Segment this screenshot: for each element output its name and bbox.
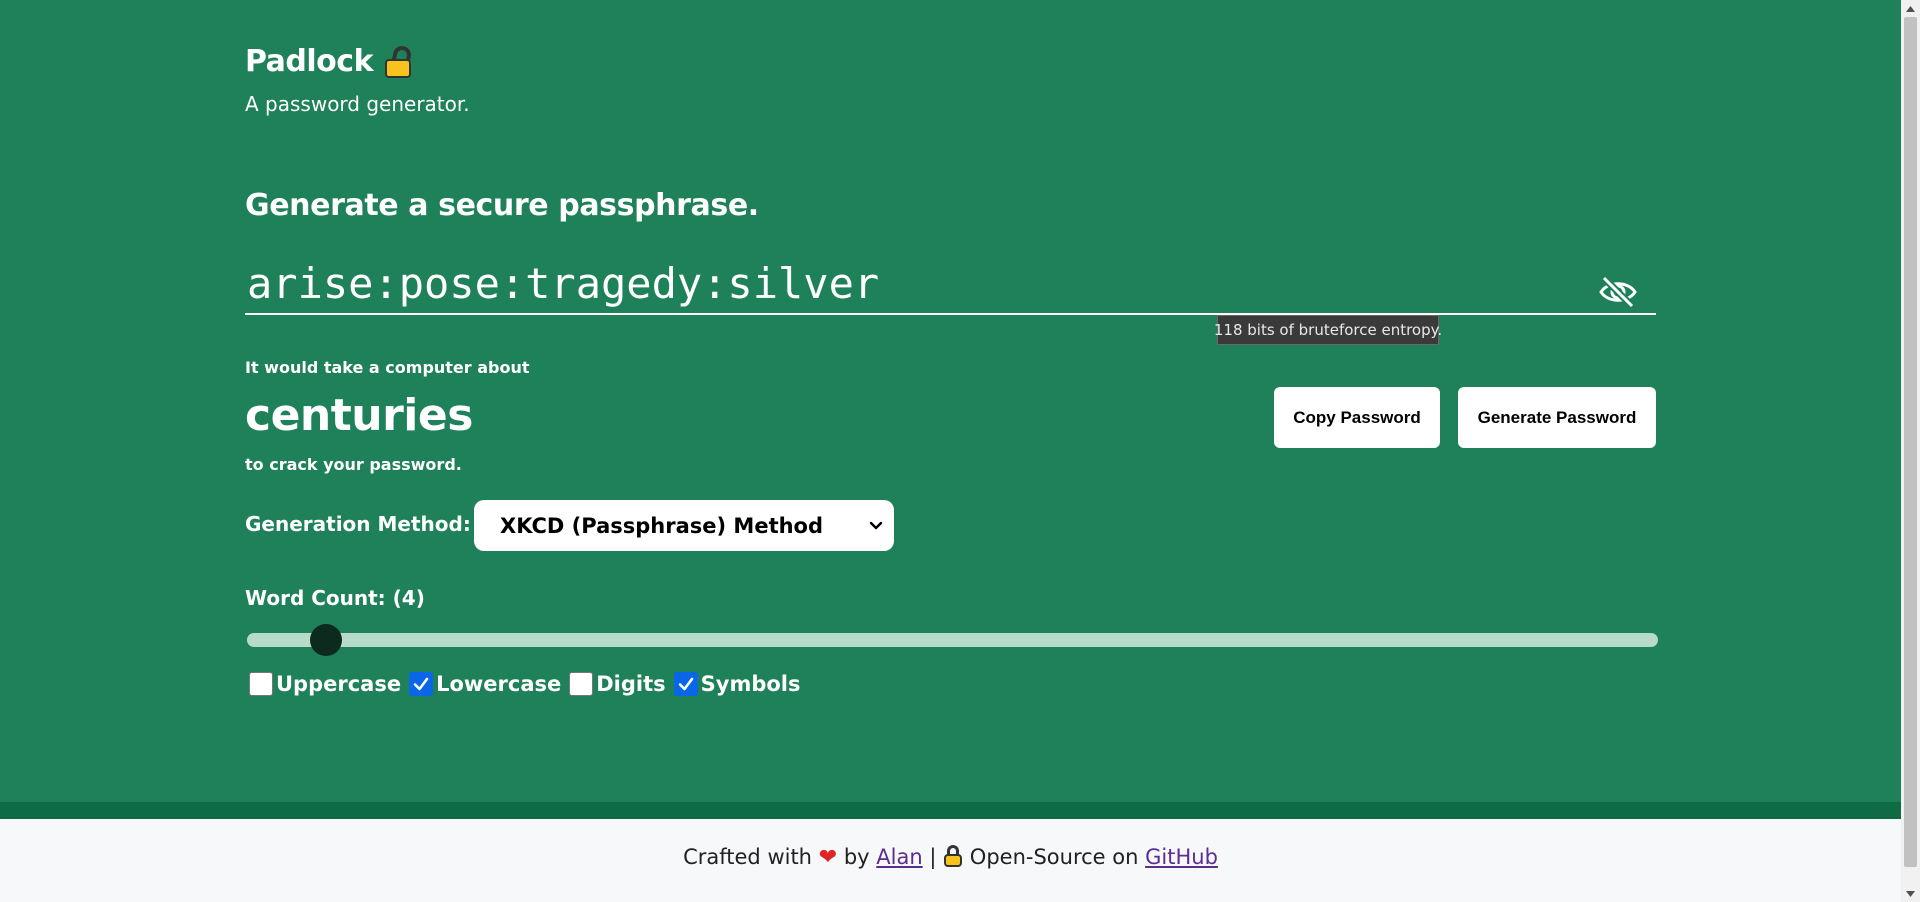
option-digits[interactable]: Digits xyxy=(569,672,666,696)
heart-icon: ❤ xyxy=(818,845,838,870)
generation-method-label: Generation Method: xyxy=(245,512,471,536)
open-source-text: Open-Source on xyxy=(969,845,1139,869)
main-section: Padlock A password generator. Generate a… xyxy=(0,0,1901,802)
section-heading: Generate a secure passphrase. xyxy=(245,188,759,223)
scroll-up-arrow-icon[interactable] xyxy=(1901,0,1920,17)
crack-time-suffix: to crack your password. xyxy=(245,455,462,474)
separator-text: | xyxy=(929,845,937,869)
app-title-text: Padlock xyxy=(245,44,374,79)
lowercase-checkbox[interactable] xyxy=(409,672,434,696)
word-count-slider-thumb[interactable] xyxy=(310,624,343,656)
open-padlock-icon xyxy=(383,43,413,78)
lowercase-label: Lowercase xyxy=(436,672,562,696)
app-title: Padlock xyxy=(245,43,413,79)
password-output[interactable]: arise:pose:tragedy:silver xyxy=(247,259,879,308)
password-field[interactable]: arise:pose:tragedy:silver xyxy=(245,255,1656,315)
crack-time-prefix: It would take a computer about xyxy=(245,358,530,377)
app-subtitle: A password generator. xyxy=(245,92,470,116)
by-text: by xyxy=(843,845,870,869)
footer-divider xyxy=(0,802,1901,819)
option-lowercase[interactable]: Lowercase xyxy=(409,672,561,696)
word-count-label: Word Count: (4) xyxy=(245,586,425,610)
word-count-slider[interactable] xyxy=(247,633,1658,647)
crafted-with-text: Crafted with xyxy=(683,845,812,869)
uppercase-checkbox[interactable] xyxy=(249,672,273,696)
footer-text: Crafted with ❤ by Alan | Open-Source on … xyxy=(0,845,1901,870)
scrollbar-thumb[interactable] xyxy=(1904,17,1917,867)
github-link[interactable]: GitHub xyxy=(1145,845,1218,869)
scroll-down-arrow-icon[interactable] xyxy=(1901,885,1920,902)
chevron-down-icon xyxy=(866,515,886,535)
generation-method-value: XKCD (Passphrase) Method xyxy=(500,513,824,538)
digits-checkbox[interactable] xyxy=(569,672,594,696)
generation-method-select[interactable]: XKCD (Passphrase) Method xyxy=(474,500,894,551)
eye-slash-icon[interactable] xyxy=(1598,275,1638,309)
vertical-scrollbar[interactable] xyxy=(1901,0,1920,902)
entropy-tooltip: 118 bits of bruteforce entropy. xyxy=(1214,315,1442,345)
option-uppercase[interactable]: Uppercase xyxy=(249,672,401,696)
symbols-checkbox[interactable] xyxy=(673,672,698,696)
generate-password-button[interactable]: Generate Password xyxy=(1458,387,1656,448)
padlock-icon xyxy=(943,845,963,867)
author-link[interactable]: Alan xyxy=(876,845,922,869)
symbols-label: Symbols xyxy=(700,672,801,696)
digits-label: Digits xyxy=(596,672,666,696)
page: Padlock A password generator. Generate a… xyxy=(0,0,1901,902)
copy-password-button[interactable]: Copy Password xyxy=(1274,387,1440,448)
uppercase-label: Uppercase xyxy=(276,672,402,696)
crack-time-value: centuries xyxy=(245,390,473,441)
character-options: Uppercase Lowercase Digits Symbols xyxy=(249,672,809,696)
footer: Crafted with ❤ by Alan | Open-Source on … xyxy=(0,819,1901,902)
option-symbols[interactable]: Symbols xyxy=(673,672,801,696)
